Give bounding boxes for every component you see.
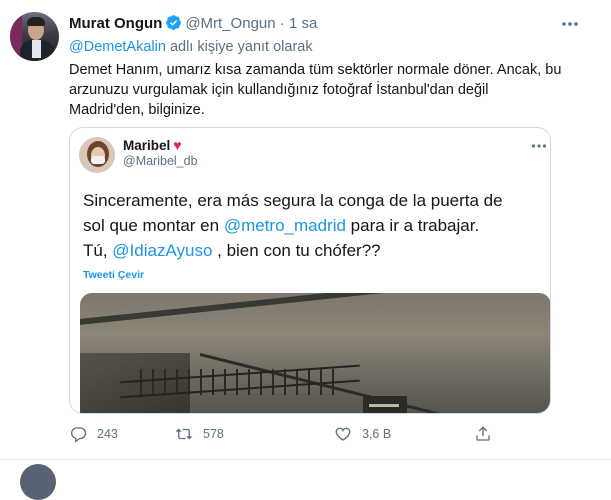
reply-suffix: adlı kişiye yanıt olarak — [165, 39, 313, 55]
quoted-line-3-post: , bien con tu chófer?? — [212, 241, 381, 260]
author-name[interactable]: Murat Ongun — [69, 15, 162, 32]
quoted-more-options-icon[interactable] — [530, 137, 548, 155]
tweet-text: Demet Hanım, umarız kısa zamanda tüm sek… — [69, 62, 562, 118]
separator: · — [279, 15, 285, 32]
translate-tweet-link[interactable]: Tweeti Çevir — [83, 269, 144, 281]
reply-mention-link[interactable]: @DemetAkalin — [69, 39, 166, 55]
quoted-line-3-pre: Tú, — [83, 241, 113, 260]
retweet-icon — [176, 428, 192, 440]
author-avatar[interactable] — [10, 12, 59, 61]
quoted-line-2-pre: sol que montar en — [83, 216, 224, 235]
more-options-icon[interactable] — [560, 14, 580, 34]
tweet-time[interactable]: 1 sa — [289, 15, 317, 32]
quoted-line-3: Tú, @IdiazAyuso , bien con tu chófer?? — [83, 238, 543, 263]
metro-madrid-mention-link[interactable]: @metro_madrid — [224, 216, 346, 235]
quoted-line-2: sol que montar en @metro_madrid para ir … — [83, 213, 543, 238]
share-button[interactable] — [474, 424, 492, 444]
like-icon — [335, 427, 351, 441]
tweet-actions: 243 578 3,6 B — [69, 424, 499, 444]
quoted-photo[interactable] — [80, 293, 550, 413]
verified-badge-icon — [165, 14, 182, 37]
quoted-author-avatar[interactable] — [79, 137, 115, 173]
tweet-header: Murat Ongun @Mrt_Ongun · 1 sa — [69, 14, 317, 37]
quoted-author-handle[interactable]: @Maribel_db — [123, 152, 198, 170]
tweet-divider — [0, 459, 611, 460]
reply-button[interactable]: 243 — [69, 424, 118, 444]
quoted-author-name[interactable]: Maribel — [123, 138, 170, 153]
retweet-count: 578 — [203, 427, 224, 441]
retweet-button[interactable]: 578 — [175, 424, 224, 444]
reply-icon — [70, 427, 87, 443]
heart-emoji-icon: ♥ — [173, 137, 182, 153]
like-button[interactable]: 3,6 B — [334, 424, 391, 444]
share-icon — [476, 426, 490, 441]
quoted-line-1: Sinceramente, era más segura la conga de… — [83, 191, 503, 210]
quoted-tweet-text: Sinceramente, era más segura la conga de… — [83, 188, 543, 263]
author-handle[interactable]: @Mrt_Ongun — [185, 15, 275, 32]
reply-count: 243 — [97, 427, 118, 441]
reply-context: @DemetAkalin adlı kişiye yanıt olarak — [69, 37, 313, 57]
like-count: 3,6 B — [362, 427, 392, 441]
quoted-line-2-post: para ir a trabajar. — [345, 216, 480, 235]
quoted-tweet[interactable]: Maribel ♥ @Maribel_db Sinceramente, era m… — [69, 127, 551, 414]
idiazayuso-mention-link[interactable]: @IdiazAyuso — [112, 241, 212, 260]
tweet[interactable]: Murat Ongun @Mrt_Ongun · 1 sa @DemetAkali… — [0, 0, 611, 460]
next-tweet-avatar[interactable] — [20, 464, 56, 500]
